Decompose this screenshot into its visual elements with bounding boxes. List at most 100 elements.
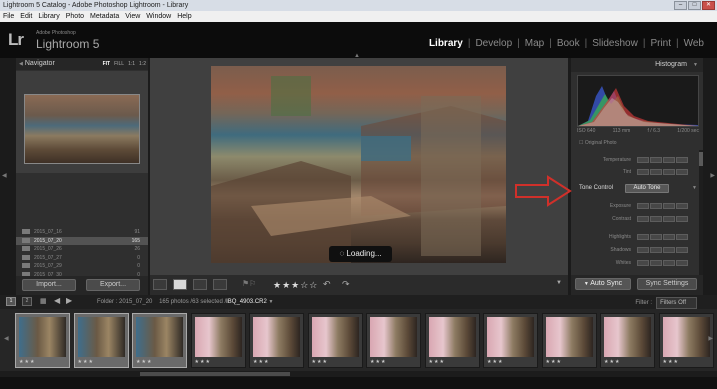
original-photo-toggle[interactable]: ☐ Original Photo: [579, 140, 617, 146]
page-1-button[interactable]: 1: [6, 297, 16, 306]
photo-scene: [211, 76, 506, 263]
adjust-buttons[interactable]: [637, 157, 688, 163]
histogram-graph: [577, 75, 699, 127]
main-photo[interactable]: [211, 66, 506, 263]
filmstrip-thumbnail: [253, 317, 300, 357]
menu-photo[interactable]: Photo: [66, 11, 84, 22]
auto-tone-button[interactable]: Auto Tone: [625, 184, 669, 193]
triangle-down-icon: ▼: [693, 62, 698, 68]
module-map[interactable]: Map: [520, 38, 549, 49]
filmstrip-right-arrow-icon[interactable]: ▶: [708, 335, 713, 342]
zoom-1-1[interactable]: 1:1: [128, 58, 135, 70]
folder-item[interactable]: 2015_07_27 0: [16, 254, 148, 263]
filmstrip-cell-rating: ★★★: [428, 359, 445, 365]
left-panel-toggle-icon[interactable]: ◀: [2, 172, 7, 179]
adjust-buttons[interactable]: [637, 247, 688, 253]
back-arrow-icon[interactable]: ◀: [54, 296, 60, 305]
filmstrip-cell[interactable]: ★★★: [483, 313, 538, 368]
filmstrip-cell[interactable]: ★★★: [249, 313, 304, 368]
red-annotation-arrow-icon: [515, 175, 572, 207]
zoom-fit[interactable]: FIT: [103, 58, 111, 70]
folder-item[interactable]: 2015_07_16 91: [16, 228, 148, 237]
filmstrip-cell-rating: ★★★: [136, 359, 153, 365]
zoom-1-2[interactable]: 1:2: [139, 58, 146, 70]
menu-window[interactable]: Window: [146, 11, 171, 22]
right-panel-toggle-icon[interactable]: ▶: [710, 172, 715, 179]
quick-develop-exposure: Exposure: [571, 201, 703, 212]
filmstrip-cell[interactable]: ★★★: [600, 313, 655, 368]
sync-settings-button[interactable]: Sync Settings: [637, 278, 697, 290]
filter-select[interactable]: Filters Off: [656, 297, 697, 309]
zoom-fill[interactable]: FILL: [114, 58, 124, 70]
adjust-buttons[interactable]: [637, 234, 688, 240]
loading-indicator: ◌ Loading...: [329, 246, 392, 262]
quick-develop-contrast: Contrast: [571, 214, 703, 225]
filmstrip-cell[interactable]: ★★★: [307, 313, 363, 368]
module-book[interactable]: Book: [552, 38, 585, 49]
filmstrip-cell[interactable]: ★★★: [424, 313, 480, 368]
right-panel-scrollbar[interactable]: [699, 150, 703, 290]
menu-edit[interactable]: Edit: [20, 11, 32, 22]
flag-icon[interactable]: ⚑⚐: [242, 279, 256, 288]
menu-library[interactable]: Library: [38, 11, 59, 22]
menu-metadata[interactable]: Metadata: [90, 11, 119, 22]
auto-sync-button[interactable]: ▼ Auto Sync: [575, 278, 631, 290]
adjust-buttons[interactable]: [637, 260, 688, 266]
module-library[interactable]: Library: [424, 38, 468, 49]
filmstrip-thumbnail: [604, 317, 651, 357]
navigator-header[interactable]: ◀ Navigator FIT FILL 1:1 1:2: [16, 58, 148, 70]
toolbar-options-icon[interactable]: ▼: [556, 280, 562, 286]
filmstrip-source[interactable]: Folder : 2015_07_20 165 photos /63 selec…: [97, 295, 273, 309]
triangle-down-icon[interactable]: ▼: [692, 185, 697, 191]
filmstrip-cell[interactable]: ★★★: [15, 313, 70, 368]
module-develop[interactable]: Develop: [470, 38, 517, 49]
aperture: f / 6.3: [647, 128, 661, 134]
compare-view-icon[interactable]: [193, 279, 207, 290]
page-2-button[interactable]: 2: [22, 297, 32, 306]
close-button[interactable]: ✕: [702, 1, 715, 10]
filmstrip-cell[interactable]: ★★★: [366, 313, 421, 368]
folder-item[interactable]: 2015_07_29 0: [16, 262, 148, 271]
lightroom-logo: Lr: [8, 30, 24, 49]
rotate-right-icon[interactable]: ↷: [342, 279, 350, 290]
menu-help[interactable]: Help: [177, 11, 191, 22]
export-button[interactable]: Export...: [86, 279, 140, 291]
filmstrip-cell-rating: ★★★: [253, 359, 270, 365]
module-slideshow[interactable]: Slideshow: [587, 38, 643, 49]
filmstrip-cell[interactable]: ★★★: [73, 313, 129, 368]
rating-stars[interactable]: ★★★☆☆: [273, 275, 318, 295]
adjust-buttons[interactable]: [637, 203, 688, 209]
survey-view-icon[interactable]: [213, 279, 227, 290]
grid-view-icon[interactable]: [153, 279, 167, 290]
filmstrip-thumbnail: [545, 317, 593, 357]
import-button[interactable]: Import...: [22, 279, 76, 291]
grid-icon[interactable]: ▦: [40, 297, 47, 305]
filmstrip-cell-rating: ★★★: [604, 359, 621, 365]
folder-path: Folder : 2015_07_20: [97, 299, 153, 305]
maximize-button[interactable]: □: [688, 1, 701, 10]
forward-arrow-icon[interactable]: ▶: [66, 296, 72, 305]
quick-develop-temperature: Temperature: [571, 155, 703, 166]
tone-control-label: Tone Control: [579, 185, 614, 191]
module-print[interactable]: Print: [645, 38, 676, 49]
folder-item-selected[interactable]: 2015_07_20 165: [16, 236, 148, 245]
filmstrip-cell[interactable]: ★★★: [190, 313, 246, 368]
loupe-view-icon[interactable]: [173, 279, 187, 290]
module-web[interactable]: Web: [679, 38, 709, 49]
filmstrip-cell[interactable]: ★★★: [658, 313, 714, 368]
filmstrip-cell[interactable]: ★★★: [132, 313, 187, 368]
navigator-thumbnail[interactable]: [24, 94, 140, 164]
folder-item[interactable]: 2015_07_26 26: [16, 245, 148, 254]
rotate-left-icon[interactable]: ↶: [323, 279, 331, 290]
filmstrip-left-arrow-icon[interactable]: ◀: [4, 335, 9, 342]
filmstrip-thumbnail: [428, 317, 476, 357]
adjust-buttons[interactable]: [637, 216, 688, 222]
adjust-buttons[interactable]: [637, 169, 688, 175]
module-picker: Library | Develop | Map | Book | Slideshow | …: [424, 38, 709, 49]
minimize-button[interactable]: –: [674, 1, 687, 10]
menu-file[interactable]: File: [3, 11, 14, 22]
filmstrip-cell[interactable]: ★★★: [541, 313, 597, 368]
shutter-speed: 1/200 sec: [677, 128, 699, 134]
menu-view[interactable]: View: [125, 11, 140, 22]
histogram-header[interactable]: Histogram ▼: [571, 58, 703, 72]
